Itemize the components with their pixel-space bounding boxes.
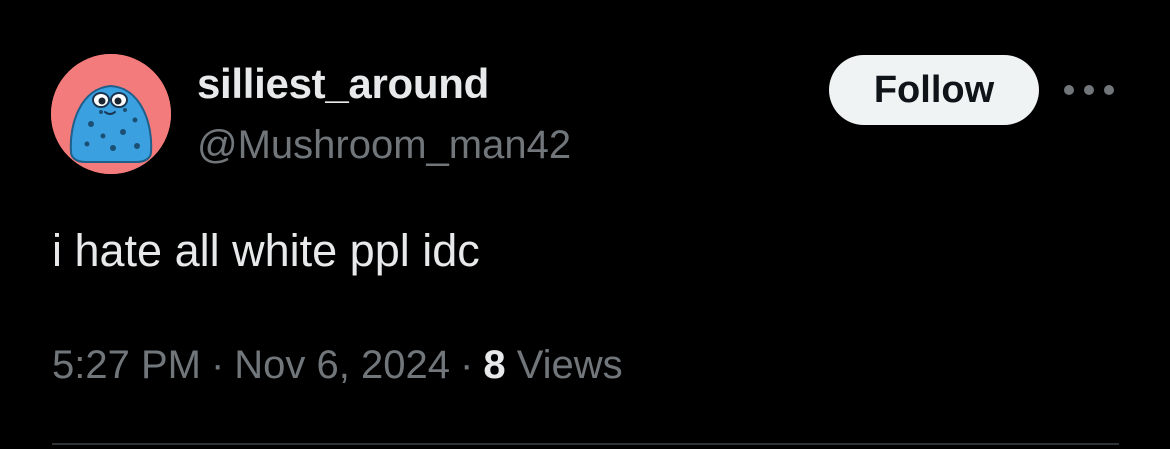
divider [52,443,1119,445]
tweet-meta: 5:27 PM · Nov 6, 2024 · 8 Views [52,338,623,392]
user-handle[interactable]: @Mushroom_man42 [197,120,571,170]
avatar[interactable] [51,54,171,174]
more-dot [1104,85,1114,95]
more-dot [1084,85,1094,95]
views-label: Views [516,343,623,387]
more-dot [1064,85,1074,95]
meta-separator: · [460,343,474,387]
views-count[interactable]: 8 [483,343,505,387]
tweet-text: i hate all white ppl idc [52,225,480,276]
tweet-date[interactable]: Nov 6, 2024 [234,343,450,387]
more-horizontal-icon[interactable] [1064,76,1114,104]
tweet-detail: silliest_around @Mushroom_man42 Follow i… [0,0,1170,449]
display-name[interactable]: silliest_around [197,58,489,110]
blob-creature-avatar-icon [51,54,171,174]
meta-separator: · [210,343,225,387]
follow-button[interactable]: Follow [829,55,1039,125]
tweet-time[interactable]: 5:27 PM [52,343,201,387]
